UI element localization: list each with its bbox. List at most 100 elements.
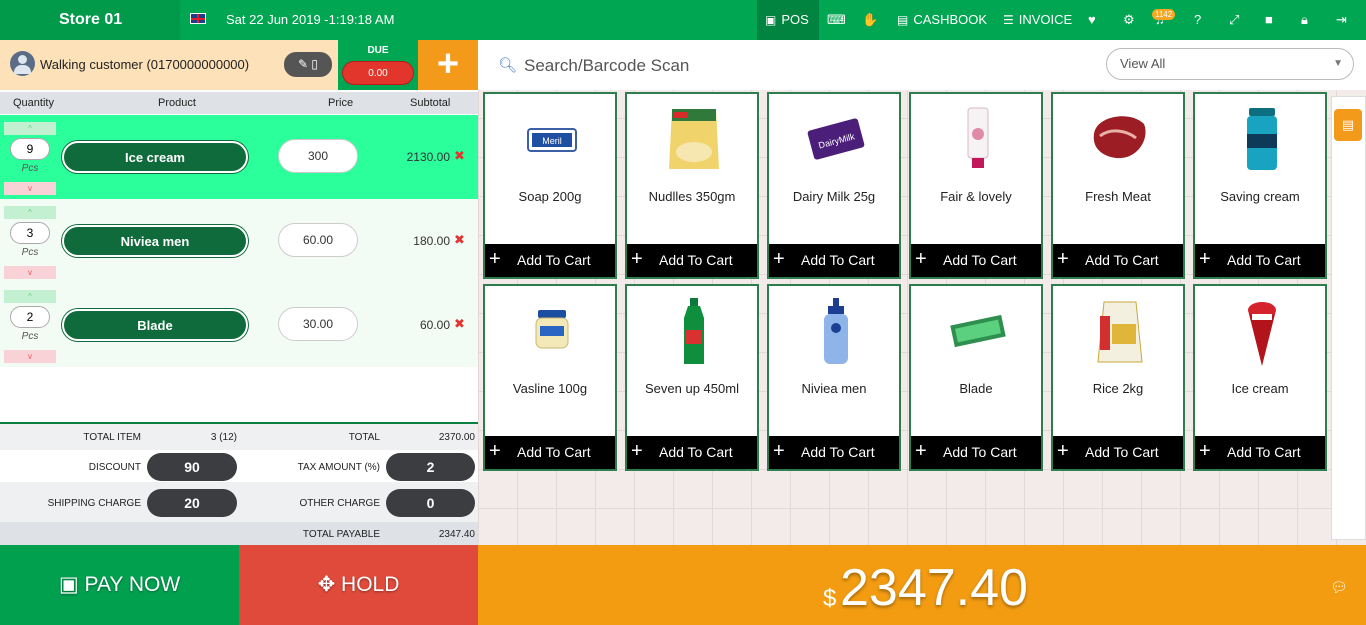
price-input[interactable]: 30.00 (278, 307, 358, 341)
logout-icon[interactable]: ⇥ (1336, 0, 1347, 40)
qty-input[interactable]: 3 (10, 222, 50, 244)
add-to-cart-label: Add To Cart (943, 444, 1017, 460)
add-to-cart-button[interactable]: + Add To Cart (485, 436, 615, 469)
edit-customer-button[interactable]: ✎ ▯ (284, 52, 332, 77)
phone-icon: ▯ (311, 57, 318, 71)
qty-input[interactable]: 2 (10, 306, 50, 328)
delete-icon[interactable]: ✖ (454, 232, 465, 248)
blade-icon (948, 296, 1008, 366)
search-bar: 🔍︎ Search/Barcode Scan View All ▼ (478, 40, 1366, 90)
other-charge-input[interactable]: 0 (386, 489, 475, 517)
product-card[interactable]: Rice 2kg + Add To Cart (1051, 284, 1185, 471)
add-customer-button[interactable]: + (418, 40, 478, 90)
product-card[interactable]: Fresh Meat + Add To Cart (1051, 92, 1185, 279)
date-time: Sat 22 Jun 2019 -1:19:18 AM (226, 12, 395, 27)
product-card[interactable]: Vasline 100g + Add To Cart (483, 284, 617, 471)
price-input[interactable]: 60.00 (278, 223, 358, 257)
heart-icon[interactable]: ♥ (1088, 0, 1096, 40)
hold-button[interactable]: ✥ HOLD (239, 545, 478, 625)
add-to-cart-label: Add To Cart (517, 252, 591, 268)
grand-total: 2347.40 (840, 559, 1028, 617)
chat-icon[interactable]: 💬︎ (1330, 579, 1348, 596)
printer-icon[interactable]: ▤ (1334, 109, 1362, 141)
col-subtotal: Subtotal (410, 97, 451, 109)
product-name[interactable]: Niviea men (62, 225, 248, 257)
add-to-cart-button[interactable]: + Add To Cart (627, 244, 757, 277)
product-name[interactable]: Blade (62, 309, 248, 341)
tax-input[interactable]: 2 (386, 453, 475, 481)
delete-icon[interactable]: ✖ (454, 316, 465, 332)
increase-qty-button[interactable]: ^ (4, 206, 56, 219)
table-row[interactable]: ^ 3 Pcs v Niviea men 60.00 180.00 ✖ (0, 199, 478, 283)
shaving-cream-icon (1232, 104, 1292, 174)
lock-icon[interactable]: 🔒︎ (1301, 0, 1308, 40)
product-card[interactable]: DairyMilk Dairy Milk 25g + Add To Cart (767, 92, 901, 279)
decrease-qty-button[interactable]: v (4, 266, 56, 279)
increase-qty-button[interactable]: ^ (4, 290, 56, 303)
quantity-stepper: ^ 2 Pcs v (4, 286, 56, 364)
soap-icon: Meril (522, 104, 582, 174)
discount-input[interactable]: 90 (147, 453, 237, 481)
cart-table-header: Quantity Product Price Subtotal (0, 92, 478, 114)
bell-icon[interactable]: ♫ (1155, 0, 1165, 40)
shipping-input[interactable]: 20 (147, 489, 237, 517)
plus-icon: + (1057, 248, 1069, 270)
keyboard-icon[interactable]: ⌨ (827, 0, 846, 40)
table-row[interactable]: ^ 9 Pcs v Ice cream 300 2130.00 ✖ (0, 115, 478, 199)
nav-pos[interactable]: ▣ POS (757, 0, 819, 40)
ice-cream-cone-icon (1232, 296, 1292, 366)
search-input[interactable]: Search/Barcode Scan (524, 56, 689, 76)
edit-icon: ✎ (297, 57, 309, 71)
product-card[interactable]: Saving cream + Add To Cart (1193, 92, 1327, 279)
product-card-name: Nudlles 350gm (648, 189, 736, 204)
add-to-cart-button[interactable]: + Add To Cart (769, 244, 899, 277)
avatar-icon (10, 51, 35, 76)
product-card[interactable]: Niviea men + Add To Cart (767, 284, 901, 471)
product-card-name: Soap 200g (518, 189, 582, 204)
store-name[interactable]: Store 01 (0, 0, 180, 40)
decrease-qty-button[interactable]: v (4, 350, 56, 363)
table-row[interactable]: ^ 2 Pcs v Blade 30.00 60.00 ✖ (0, 283, 478, 367)
add-to-cart-button[interactable]: + Add To Cart (911, 244, 1041, 277)
nav-invoice[interactable]: ☰ INVOICE (1003, 0, 1072, 40)
qty-unit: Pcs (21, 163, 39, 174)
delete-icon[interactable]: ✖ (454, 148, 465, 164)
customer-name[interactable]: Walking customer (0170000000000) (40, 57, 249, 72)
product-card[interactable]: Blade + Add To Cart (909, 284, 1043, 471)
pay-now-button[interactable]: ▣ PAY NOW (0, 545, 239, 625)
add-to-cart-button[interactable]: + Add To Cart (627, 436, 757, 469)
nav-cashbook[interactable]: ▤ CASHBOOK (897, 0, 987, 40)
add-to-cart-button[interactable]: + Add To Cart (769, 436, 899, 469)
product-card-name: Vasline 100g (512, 381, 588, 396)
product-card[interactable]: Nudlles 350gm + Add To Cart (625, 92, 759, 279)
decrease-qty-button[interactable]: v (4, 182, 56, 195)
discount-label: DISCOUNT (88, 462, 141, 473)
product-name[interactable]: Ice cream (62, 141, 248, 173)
hand-icon[interactable]: ✋ (862, 0, 878, 40)
price-input[interactable]: 300 (278, 139, 358, 173)
add-to-cart-button[interactable]: + Add To Cart (911, 436, 1041, 469)
qty-input[interactable]: 9 (10, 138, 50, 160)
add-to-cart-button[interactable]: + Add To Cart (1195, 244, 1325, 277)
add-to-cart-label: Add To Cart (1085, 444, 1159, 460)
total-payable-value: 2347.40 (438, 529, 475, 540)
product-card[interactable]: Meril Soap 200g + Add To Cart (483, 92, 617, 279)
product-card[interactable]: Fair & lovely + Add To Cart (909, 92, 1043, 279)
add-to-cart-button[interactable]: + Add To Cart (485, 244, 615, 277)
category-filter-select[interactable]: View All ▼ (1106, 48, 1354, 80)
add-to-cart-button[interactable]: + Add To Cart (1195, 436, 1325, 469)
uk-flag-icon[interactable] (190, 13, 206, 24)
help-icon[interactable]: ? (1194, 0, 1201, 40)
product-card-name: Seven up 450ml (645, 381, 739, 396)
lotion-icon (806, 296, 866, 366)
gear-icon[interactable]: ⚙ (1123, 0, 1135, 40)
square-icon[interactable]: ■ (1265, 0, 1273, 40)
plus-icon: + (773, 440, 785, 462)
product-card[interactable]: Seven up 450ml + Add To Cart (625, 284, 759, 471)
fullscreen-icon[interactable]: ⤢ (1229, 0, 1239, 40)
add-to-cart-button[interactable]: + Add To Cart (1053, 244, 1183, 277)
increase-qty-button[interactable]: ^ (4, 122, 56, 135)
add-to-cart-button[interactable]: + Add To Cart (1053, 436, 1183, 469)
product-card[interactable]: Ice cream + Add To Cart (1193, 284, 1327, 471)
totals-section: TOTAL ITEM 3 (12) TOTAL 2370.00 DISCOUNT… (0, 422, 478, 547)
